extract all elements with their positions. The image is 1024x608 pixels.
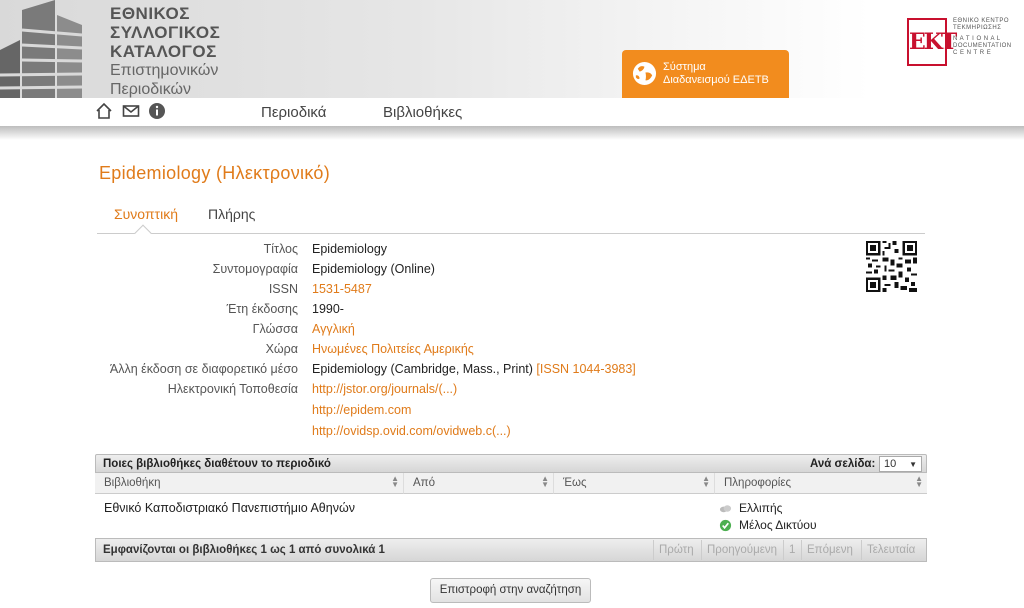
cloud-icon — [719, 505, 732, 513]
column-label: Έως — [563, 477, 587, 489]
per-page-label: Ανά σελίδα: — [810, 458, 876, 470]
ekt-logo[interactable]: EKT ΕΘΝΙΚΟ ΚΕΝΤΡΟ ΤΕΚΜΗΡΙΩΣΗΣ N A T I O … — [907, 18, 1017, 68]
column-label: Πληροφορίες — [724, 477, 792, 489]
mail-icon[interactable] — [122, 102, 140, 120]
info-icon[interactable] — [148, 102, 166, 120]
ekt-line: N A T I O N A L — [953, 36, 1001, 42]
ekt-line: ΤΕΚΜΗΡΙΩΣΗΣ — [953, 25, 1002, 31]
ekt-line: C E N T R E — [953, 50, 992, 56]
logo-line: ΚΑΤΑΛΟΓΟΣ — [110, 42, 217, 61]
detail-row: Άλλη έκδοση σε διαφορετικό μέσο Epidemio… — [98, 362, 798, 382]
detail-row: Χώρα Ηνωμένες Πολιτείες Αμερικής — [98, 342, 798, 362]
view-tabs: Συνοπτική Πλήρης — [97, 200, 925, 242]
column-header-library[interactable]: Βιβλιοθήκη ▲ ▼ — [95, 473, 404, 494]
detail-value: Epidemiology (Online) — [312, 262, 435, 276]
nav-link-journals[interactable]: Περιοδικά — [261, 104, 326, 121]
country-link[interactable]: Ηνωμένες Πολιτείες Αμερικής — [312, 342, 474, 356]
info-incomplete: Ελλιπής — [719, 501, 782, 515]
sort-icon: ▲ ▼ — [391, 474, 399, 489]
check-circle-icon — [719, 519, 732, 532]
libraries-table: Ποιες βιβλιοθήκες διαθέτουν το περιοδικό… — [95, 454, 927, 562]
column-header-info[interactable]: Πληροφορίες ▲ ▼ — [715, 473, 927, 494]
sort-icon: ▲ ▼ — [702, 474, 710, 489]
ekt-line: ΕΘΝΙΚΟ ΚΕΝΤΡΟ — [953, 18, 1009, 24]
ekt-line: DOCUMENTATION — [953, 43, 1012, 49]
logo-building-icon[interactable] — [0, 0, 100, 98]
detail-row: Ηλεκτρονική Τοποθεσία http://jstor.org/j… — [98, 382, 798, 402]
info-text: Μέλος Δικτύου — [739, 518, 817, 532]
other-edition-issn-link[interactable]: [ISSN 1044-3983] — [536, 362, 635, 376]
logo-line: ΕΘΝΙΚΟΣ — [110, 4, 190, 23]
home-icon[interactable] — [95, 102, 113, 120]
per-page-select[interactable]: 10 ▼ — [879, 456, 922, 472]
detail-row: http://epidem.com — [98, 403, 798, 423]
column-label: Βιβλιοθήκη — [104, 477, 161, 489]
other-edition-title: Epidemiology (Cambridge, Mass., Print) — [312, 362, 533, 376]
logo-line: Περιοδικών — [110, 81, 191, 98]
nav-divider — [0, 126, 1024, 140]
sort-icon: ▲ ▼ — [541, 474, 549, 489]
nav-link-libraries[interactable]: Βιβλιοθήκες — [383, 104, 462, 121]
libraries-table-title: Ποιες βιβλιοθήκες διαθέτουν το περιοδικό — [103, 458, 331, 470]
info-network-member: Μέλος Δικτύου — [719, 518, 817, 532]
back-to-search-button[interactable]: Επιστροφή στην αναζήτηση — [430, 578, 591, 603]
page-title: Epidemiology (Ηλεκτρονικό) — [99, 163, 331, 183]
detail-label: Γλώσσα — [252, 322, 298, 336]
ekt-name: ΕΘΝΙΚΟ ΚΕΝΤΡΟ ΤΕΚΜΗΡΙΩΣΗΣ N A T I O N A … — [953, 18, 1012, 57]
libraries-table-footer: Εμφανίζονται οι βιβλιοθήκες 1 ως 1 από σ… — [95, 538, 927, 562]
pagination-first[interactable]: Πρώτη — [653, 540, 699, 560]
detail-value: Epidemiology (Cambridge, Mass., Print) [… — [312, 362, 636, 376]
detail-value: 1990- — [312, 302, 344, 316]
info-text: Ελλιπής — [739, 501, 783, 515]
column-label: Από — [413, 477, 436, 489]
detail-row: ISSN 1531-5487 — [98, 282, 798, 302]
detail-row: Γλώσσα Αγγλική — [98, 322, 798, 342]
active-tab-pointer — [134, 224, 152, 242]
libraries-table-header: Ποιες βιβλιοθήκες διαθέτουν το περιοδικό… — [95, 454, 927, 473]
detail-value: Epidemiology — [312, 242, 388, 256]
column-header-to[interactable]: Έως ▲ ▼ — [554, 473, 715, 494]
globe-icon — [632, 61, 657, 86]
pagination-next[interactable]: Επόμενη — [801, 540, 858, 560]
detail-label: Τίτλος — [263, 242, 298, 256]
sort-icon: ▲ ▼ — [915, 474, 923, 489]
detail-row: Τίτλος Epidemiology — [98, 242, 798, 262]
qr-code-icon — [866, 241, 917, 292]
detail-label: Συντομογραφία — [212, 262, 298, 276]
pagination-previous[interactable]: Προηγούμενη — [701, 540, 782, 560]
tab-summary[interactable]: Συνοπτική — [114, 206, 178, 222]
ekt-mark: EKT — [907, 18, 957, 66]
per-page-value: 10 — [884, 458, 897, 470]
detail-row: Έτη έκδοσης 1990- — [98, 302, 798, 322]
logo-line: Επιστημονικών — [110, 62, 219, 79]
library-name: Εθνικό Καποδιστριακό Πανεπιστήμιο Αθηνών — [104, 501, 355, 515]
url-link[interactable]: http://jstor.org/journals/(...) — [312, 382, 457, 396]
url-link[interactable]: http://epidem.com — [312, 403, 411, 417]
edetb-label: Σύστημα — [663, 61, 706, 73]
logo-line: ΣΥΛΛΟΓΙΚΟΣ — [110, 23, 221, 42]
edetb-loan-system-button[interactable]: Σύστημα Διαδανεισμού ΕΔΕΤΒ — [622, 50, 789, 98]
edetb-label: Διαδανεισμού ΕΔΕΤΒ — [663, 74, 769, 86]
detail-label: Χώρα — [265, 342, 298, 356]
detail-row: http://ovidsp.ovid.com/ovidweb.c(...) — [98, 424, 798, 444]
column-header-from[interactable]: Από ▲ ▼ — [404, 473, 554, 494]
pagination-page[interactable]: 1 — [783, 540, 800, 560]
language-link[interactable]: Αγγλική — [312, 322, 355, 336]
issn-link[interactable]: 1531-5487 — [312, 282, 372, 296]
detail-row: Συντομογραφία Epidemiology (Online) — [98, 262, 798, 282]
site-logo-text[interactable]: ΕΘΝΙΚΟΣ ΣΥΛΛΟΓΙΚΟΣ ΚΑΤΑΛΟΓΟΣ Επιστημονικ… — [110, 4, 220, 99]
detail-label: Έτη έκδοσης — [226, 302, 298, 316]
detail-label: Άλλη έκδοση σε διαφορετικό μέσο — [109, 362, 298, 376]
detail-label: ISSN — [268, 282, 298, 296]
chevron-down-icon: ▼ — [909, 460, 917, 469]
url-link[interactable]: http://ovidsp.ovid.com/ovidweb.c(...) — [312, 424, 511, 438]
results-summary: Εμφανίζονται οι βιβλιοθήκες 1 ως 1 από σ… — [103, 544, 385, 556]
tab-full[interactable]: Πλήρης — [208, 206, 255, 222]
detail-label: Ηλεκτρονική Τοποθεσία — [167, 382, 298, 396]
site-header: ΕΘΝΙΚΟΣ ΣΥΛΛΟΓΙΚΟΣ ΚΑΤΑΛΟΓΟΣ Επιστημονικ… — [0, 0, 1024, 98]
pagination-last[interactable]: Τελευταία — [861, 540, 920, 560]
